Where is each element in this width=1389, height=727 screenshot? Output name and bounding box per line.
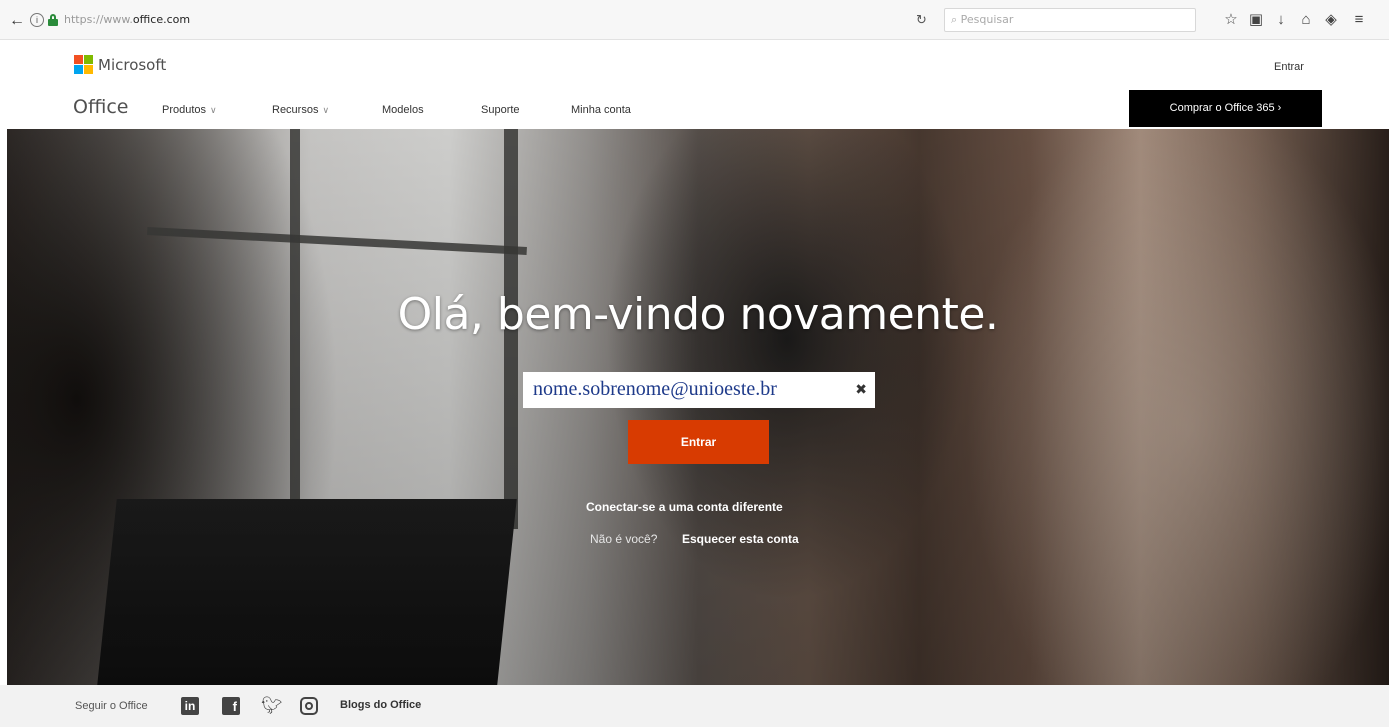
search-placeholder: Pesquisar (960, 13, 1014, 26)
nav-minha-conta[interactable]: Minha conta (571, 104, 631, 116)
forget-account-link[interactable]: Esquecer esta conta (682, 532, 799, 546)
url-host: office.com (132, 13, 191, 26)
chevron-down-icon: ∨ (210, 105, 217, 115)
download-icon[interactable]: ↓ (1272, 10, 1290, 30)
buy-office-button[interactable]: Comprar o Office 365 › (1129, 90, 1322, 127)
signin-link[interactable]: Entrar (1274, 61, 1304, 73)
reload-icon[interactable]: ↻ (916, 12, 927, 28)
facebook-icon[interactable]: f (222, 697, 240, 715)
not-you-label: Não é você? (590, 532, 658, 546)
chevron-down-icon: ∨ (322, 105, 330, 115)
close-icon[interactable]: ✖ (855, 381, 867, 398)
nav-label: Recursos (272, 104, 319, 116)
library-icon[interactable]: ▣ (1247, 10, 1265, 30)
hero-banner: Olá, bem-vindo novamente. nome.sobrenome… (7, 129, 1389, 685)
address-bar[interactable]: https://www.office.com (64, 10, 904, 30)
instagram-icon[interactable] (300, 697, 318, 715)
microsoft-brand[interactable]: Microsoft (98, 56, 166, 74)
twitter-icon[interactable]: 🐦︎ (261, 697, 283, 715)
bookmark-star-icon[interactable]: ☆ (1222, 10, 1240, 30)
chevron-right-icon: › (1277, 102, 1282, 114)
nav-label: Minha conta (571, 104, 631, 116)
hero-headline: Olá, bem-vindo novamente. (397, 289, 999, 340)
nav-recursos[interactable]: Recursos ∨ (272, 104, 329, 116)
switch-account-link[interactable]: Conectar-se a uma conta diferente (586, 500, 783, 514)
nav-modelos[interactable]: Modelos (382, 104, 424, 116)
email-value: nome.sobrenome@unioeste.br (533, 378, 777, 400)
follow-office-label: Seguir o Office (75, 700, 148, 712)
info-icon[interactable]: i (30, 13, 44, 27)
menu-icon[interactable]: ≡ (1350, 10, 1368, 30)
nav-suporte[interactable]: Suporte (481, 104, 520, 116)
search-icon: ⌕ (951, 13, 958, 26)
back-arrow-icon[interactable]: ← (8, 12, 26, 30)
microsoft-logo-icon[interactable] (74, 55, 93, 74)
url-prefix: https://www. (64, 13, 133, 26)
nav-label: Suporte (481, 104, 520, 116)
home-icon[interactable]: ⌂ (1297, 10, 1315, 30)
nav-label: Modelos (382, 104, 424, 116)
office-title[interactable]: Office (73, 96, 128, 118)
buy-button-label: Comprar o Office 365 (1169, 102, 1275, 114)
email-field[interactable]: nome.sobrenome@unioeste.br ✖ (523, 372, 875, 408)
pocket-icon[interactable]: ◈ (1322, 10, 1340, 30)
browser-search-input[interactable]: ⌕ Pesquisar (944, 8, 1196, 32)
browser-toolbar: ← i https://www.office.com ↻ ⌕ Pesquisar… (0, 0, 1389, 40)
blogs-link[interactable]: Blogs do Office (340, 699, 421, 711)
signin-button[interactable]: Entrar (628, 420, 769, 464)
nav-produtos[interactable]: Produtos ∨ (162, 104, 217, 116)
linkedin-icon[interactable]: in (181, 697, 199, 715)
nav-label: Produtos (162, 104, 207, 116)
lock-icon[interactable] (48, 14, 58, 26)
footer: Seguir o Office in f 🐦︎ Blogs do Office (0, 685, 1389, 727)
